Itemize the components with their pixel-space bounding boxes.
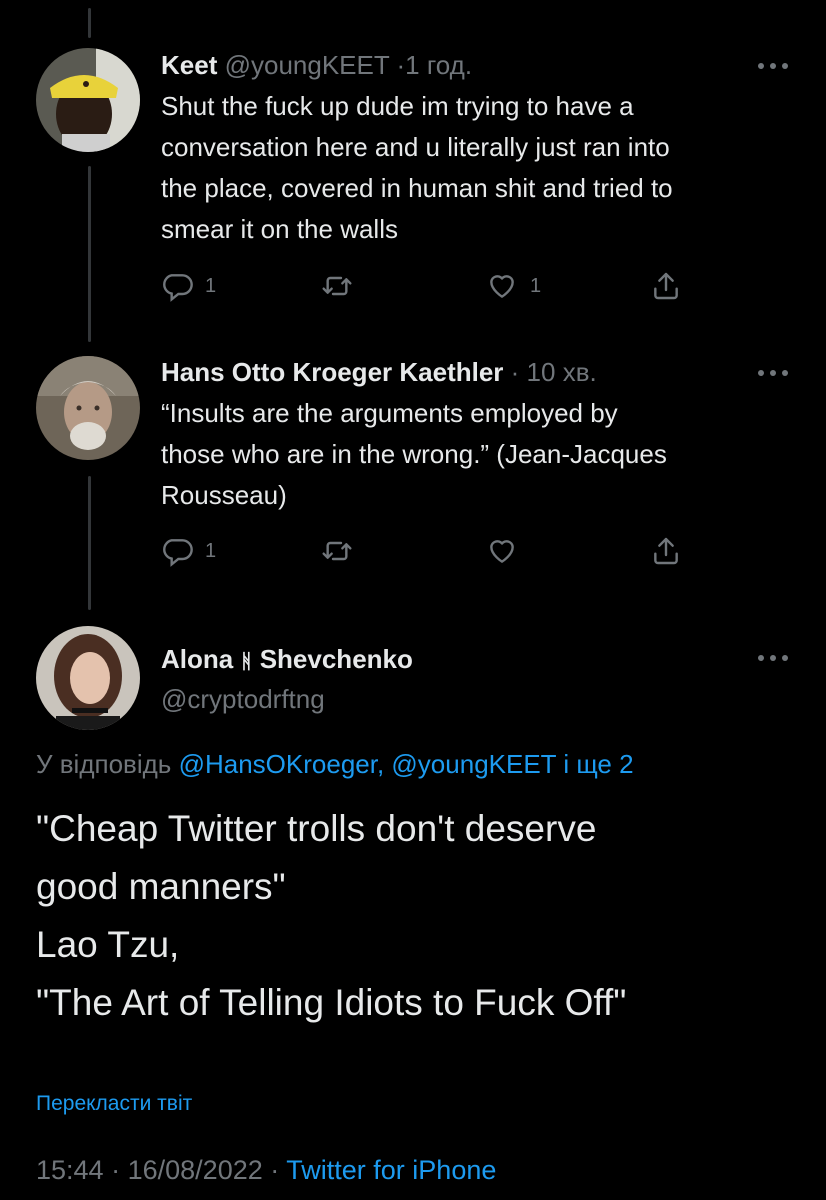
separator-dot: · <box>396 50 406 80</box>
tweet-1-handle[interactable]: @youngKEET <box>225 50 390 80</box>
separator-dot: · <box>270 1155 280 1185</box>
tweet-1-like-count: 1 <box>530 274 542 297</box>
tweet-2-text: “Insults are the arguments employed by t… <box>161 398 667 510</box>
replying-to-users-link[interactable]: @HansOKroeger, @youngKEET і ще 2 <box>179 749 634 779</box>
heart-icon <box>490 275 514 298</box>
thread-line-1 <box>88 166 91 342</box>
tweet-date[interactable]: 16/08/2022 <box>128 1155 263 1185</box>
main-author-name[interactable]: Alona ᚻ Shevchenko <box>161 643 413 678</box>
tweet-2-reply-button[interactable]: 1 <box>161 533 216 569</box>
tweet-1-more-button[interactable] <box>756 61 790 71</box>
main-author-last-name: Shevchenko <box>259 644 413 674</box>
tweet-2-header: Hans Otto Kroeger Kaethler · 10 хв. <box>161 356 597 388</box>
tweet-source-link[interactable]: Twitter for iPhone <box>286 1155 496 1185</box>
tweet-1-retweet-button[interactable] <box>321 268 365 304</box>
replying-to-label: У відповідь <box>36 749 172 779</box>
tweet-time[interactable]: 15:44 <box>36 1155 104 1185</box>
main-author-first-name: Alona <box>161 644 234 674</box>
main-more-button[interactable] <box>756 653 790 663</box>
avatar-alona[interactable] <box>36 626 140 730</box>
tweet-metadata: 15:44 · 16/08/2022 · Twitter for iPhone <box>36 1152 496 1188</box>
retweet-icon <box>322 276 352 296</box>
separator-dot: · <box>111 1155 121 1185</box>
tweet-2-time[interactable]: 10 хв. <box>527 357 597 387</box>
heart-icon <box>490 540 514 563</box>
tweet-1-like-button[interactable]: 1 <box>486 268 541 304</box>
thread-line-top <box>88 8 91 38</box>
rune-glyph: ᚻ <box>240 651 253 673</box>
reply-icon <box>163 539 193 567</box>
translate-tweet-link[interactable]: Перекласти твіт <box>36 1090 192 1118</box>
tweet-2-author-name[interactable]: Hans Otto Kroeger Kaethler <box>161 357 503 387</box>
separator-dot: · <box>510 357 520 387</box>
more-icon <box>758 370 788 376</box>
more-icon <box>758 655 788 661</box>
share-icon <box>654 537 678 565</box>
tweet-1-reply-button[interactable]: 1 <box>161 268 216 304</box>
replying-to: У відповідь @HansOKroeger, @youngKEET і … <box>36 748 634 780</box>
tweet-1-text: Shut the fuck up dude im trying to have … <box>161 91 673 244</box>
main-tweet-text: "Cheap Twitter trolls don't deserve good… <box>36 808 627 1023</box>
retweet-icon <box>322 541 352 561</box>
tweet-1-share-button[interactable] <box>650 268 694 304</box>
tweet-2-more-button[interactable] <box>756 368 790 378</box>
more-icon <box>758 63 788 69</box>
tweet-1-author-name[interactable]: Keet <box>161 50 217 80</box>
tweet-2-like-button[interactable] <box>486 533 530 569</box>
thread-line-2 <box>88 476 91 610</box>
tweet-2-retweet-button[interactable] <box>321 533 365 569</box>
main-author-handle[interactable]: @cryptodrftng <box>161 683 325 715</box>
tweet-1-header: Keet @youngKEET ·1 год. <box>161 49 472 81</box>
tweet-2-share-button[interactable] <box>650 533 694 569</box>
tweet-1-reply-count: 1 <box>205 274 217 297</box>
avatar-keet[interactable] <box>36 48 140 152</box>
tweet-2-reply-count: 1 <box>205 539 217 562</box>
tweet-1-time[interactable]: 1 год. <box>405 50 472 80</box>
share-icon <box>654 272 678 300</box>
avatar-hans[interactable] <box>36 356 140 460</box>
reply-icon <box>163 274 193 302</box>
